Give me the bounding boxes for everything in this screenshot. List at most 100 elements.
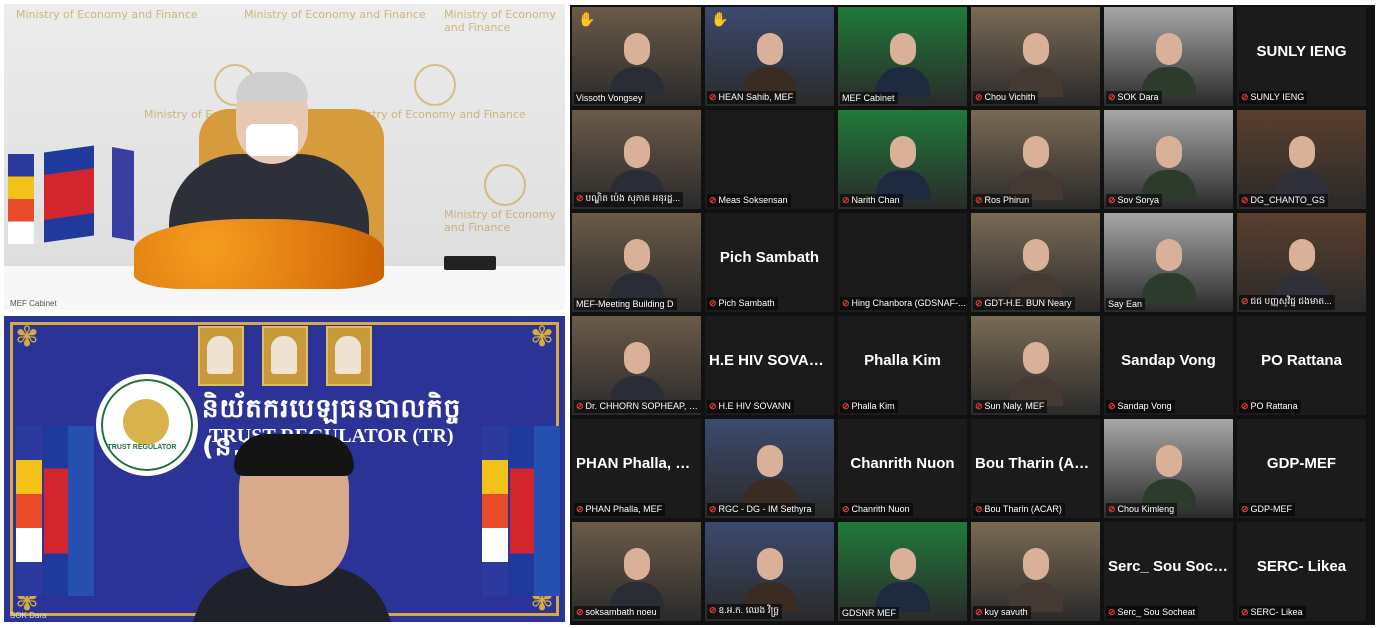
participant-tile[interactable]: ⊘ DG_CHANTO_GS xyxy=(1237,110,1366,209)
muted-mic-icon: ⊘ xyxy=(975,504,983,514)
participant-tile[interactable]: GDSNR MEF xyxy=(838,522,967,621)
participant-tile[interactable]: MEF Cabinet xyxy=(838,7,967,106)
phone-device xyxy=(444,256,496,270)
participant-tile[interactable]: ⊘ Chou Vichith xyxy=(971,7,1100,106)
participant-head xyxy=(890,548,916,580)
video-label: SOK Dara xyxy=(10,611,47,620)
participant-tile[interactable]: PHAN Phalla, MEF ⊘ PHAN Phalla, MEF xyxy=(572,419,701,518)
participant-tile[interactable]: Chanrith Nuon ⊘ Chanrith Nuon xyxy=(838,419,967,518)
participant-tile[interactable]: Bou Tharin (AC... ⊘ Bou Tharin (ACAR) xyxy=(971,419,1100,518)
participant-name-display: Bou Tharin (AC... xyxy=(975,455,1098,472)
participant-label-text: Hing Chanbora (GDSNAF-... xyxy=(851,298,966,308)
speaker-video-mef-cabinet[interactable]: Ministry of Economy and Finance Ministry… xyxy=(4,4,565,310)
flag-cambodia xyxy=(510,426,536,596)
participant-head xyxy=(757,33,783,65)
participant-label: Vissoth Vongsey xyxy=(574,92,646,104)
participant-tile[interactable]: Pich Sambath ⊘ Pich Sambath xyxy=(705,213,834,312)
participant-tile[interactable]: ⊘ Sun Naly, MEF xyxy=(971,316,1100,415)
participant-tile[interactable]: ⊘ Dr. CHHORN SOPHEAP, MEF xyxy=(572,316,701,415)
participant-label: ⊘ RGC - DG - IM Sethyra xyxy=(707,503,815,516)
participant-head xyxy=(1289,239,1315,271)
participant-tile[interactable]: H.E HIV SOVANN ⊘ H.E HIV SOVANN xyxy=(705,316,834,415)
portrait-frame xyxy=(262,326,308,386)
participant-label-text: GDT-H.E. BUN Neary xyxy=(984,298,1072,308)
participant-tile[interactable]: ⊘ Meas Soksensan xyxy=(705,110,834,209)
muted-mic-icon: ⊘ xyxy=(576,401,584,411)
participant-label: ⊘ Sov Sorya xyxy=(1106,194,1163,207)
muted-mic-icon: ⊘ xyxy=(1108,195,1116,205)
participant-tile[interactable]: GDP-MEF ⊘ GDP-MEF xyxy=(1237,419,1366,518)
participant-tile[interactable]: PO Rattana ⊘ PO Rattana xyxy=(1237,316,1366,415)
participant-head xyxy=(1023,548,1049,580)
participant-tile[interactable]: ⊘ RGC - DG - IM Sethyra xyxy=(705,419,834,518)
participant-label: ⊘ Ros Phirun xyxy=(973,194,1033,207)
participant-tile[interactable]: Serc_ Sou Socheat ⊘ Serc_ Sou Socheat xyxy=(1104,522,1233,621)
participant-tile[interactable]: ⊘ Chou Kimleng xyxy=(1104,419,1233,518)
watermark-logo: Ministry of Economy and Finance xyxy=(344,64,526,121)
participant-tile[interactable]: ⊘ Narith Chan xyxy=(838,110,967,209)
participant-tile[interactable]: ⊘ Hing Chanbora (GDSNAF-... xyxy=(838,213,967,312)
participant-label: ⊘ GDT-H.E. BUN Neary xyxy=(973,297,1075,310)
participant-head xyxy=(624,548,650,580)
logo-text: TRUST REGULATOR xyxy=(107,444,177,451)
participant-label: ⊘ H.E HIV SOVANN xyxy=(707,400,794,413)
participant-gallery-grid: ✋ Vissoth Vongsey ✋ ⊘ HEAN Sahib, MEF MEF Cab… xyxy=(570,5,1375,625)
participant-body xyxy=(1142,273,1196,303)
participant-head xyxy=(1156,136,1182,168)
participant-label-text: Sun Naly, MEF xyxy=(984,401,1045,411)
participant-label: ⊘ បណ្ឌិត ប៉េង សុភាគ អនុរដ្ឋ... xyxy=(574,192,684,207)
muted-mic-icon: ⊘ xyxy=(1241,504,1249,514)
participant-label: ⊘ Chou Vichith xyxy=(973,91,1039,104)
participant-head xyxy=(890,136,916,168)
portrait-frame xyxy=(198,326,244,386)
participant-tile[interactable]: ⊘ ឧ.អ.ក. ឈេង វិច្ឆ្រ xyxy=(705,522,834,621)
muted-mic-icon: ⊘ xyxy=(1241,296,1249,306)
participant-label-text: Dr. CHHORN SOPHEAP, MEF xyxy=(585,401,701,411)
flag-cambodia xyxy=(44,145,94,243)
participant-label: ⊘ PO Rattana xyxy=(1239,400,1301,413)
participant-tile[interactable]: ⊘ kuy savuth xyxy=(971,522,1100,621)
participant-tile[interactable]: ⊘ SOK Dara xyxy=(1104,7,1233,106)
muted-mic-icon: ⊘ xyxy=(709,504,717,514)
muted-mic-icon: ⊘ xyxy=(576,504,584,514)
participant-tile[interactable]: ⊘ Sov Sorya xyxy=(1104,110,1233,209)
participant-tile[interactable]: SUNLY IENG ⊘ SUNLY IENG xyxy=(1237,7,1366,106)
participant-tile[interactable]: MEF-Meeting Building D xyxy=(572,213,701,312)
raised-hand-icon: ✋ xyxy=(578,11,596,27)
participant-label: Say Ean xyxy=(1106,298,1146,310)
participant-tile[interactable]: Phalla Kim ⊘ Phalla Kim xyxy=(838,316,967,415)
participant-label-text: PO Rattana xyxy=(1250,401,1298,411)
muted-mic-icon: ⊘ xyxy=(975,401,983,411)
participant-tile[interactable]: ⊘ បណ្ឌិត ប៉េង សុភាគ អនុរដ្ឋ... xyxy=(572,110,701,209)
participant-tile[interactable]: Say Ean xyxy=(1104,213,1233,312)
participant-label-text: MEF-Meeting Building D xyxy=(576,299,674,309)
trust-regulator-logo xyxy=(96,374,198,476)
flag xyxy=(482,426,508,596)
participant-label-text: SUNLY IENG xyxy=(1250,92,1305,102)
participant-tile[interactable]: ⊘ ជជ បញ្ញសុវិជ្ជ ជងមាត... xyxy=(1237,213,1366,312)
participant-head xyxy=(1023,342,1049,374)
participant-label: ⊘ ជជ បញ្ញសុវិជ្ជ ជងមាត... xyxy=(1239,295,1335,310)
participant-label: ⊘ Sandap Vong xyxy=(1106,400,1175,413)
participant-tile[interactable]: Sandap Vong ⊘ Sandap Vong xyxy=(1104,316,1233,415)
participant-head xyxy=(624,342,650,374)
participant-tile[interactable]: ⊘ Ros Phirun xyxy=(971,110,1100,209)
participant-tile[interactable]: ⊘ soksambath noeu xyxy=(572,522,701,621)
participant-label: ⊘ ឧ.អ.ក. ឈេង វិច្ឆ្រ xyxy=(707,604,782,619)
participant-name-display: Pich Sambath xyxy=(719,249,820,266)
participant-label-text: MEF Cabinet xyxy=(842,93,895,103)
participant-tile[interactable]: SERC- Likea ⊘ SERC- Likea xyxy=(1237,522,1366,621)
participant-tile[interactable]: ⊘ GDT-H.E. BUN Neary xyxy=(971,213,1100,312)
participant-tile[interactable]: ✋ Vissoth Vongsey xyxy=(572,7,701,106)
speaker-hair xyxy=(236,72,308,102)
muted-mic-icon: ⊘ xyxy=(1108,401,1116,411)
participant-label: MEF Cabinet xyxy=(840,92,898,104)
flag xyxy=(534,426,560,596)
participant-label: ⊘ DG_CHANTO_GS xyxy=(1239,194,1328,207)
participant-label-text: Chou Kimleng xyxy=(1117,504,1175,514)
participant-label: ⊘ Phalla Kim xyxy=(840,400,898,413)
speaker-video-trust-regulator[interactable]: ✾ ✾ ✾ ✾ TRUST REGULATOR និយ័តករបេឡធនបាលក… xyxy=(4,316,565,622)
participant-label-text: ជជ បញ្ញសុវិជ្ជ ជងមាត... xyxy=(1250,296,1332,306)
muted-mic-icon: ⊘ xyxy=(709,401,717,411)
participant-tile[interactable]: ✋ ⊘ HEAN Sahib, MEF xyxy=(705,7,834,106)
